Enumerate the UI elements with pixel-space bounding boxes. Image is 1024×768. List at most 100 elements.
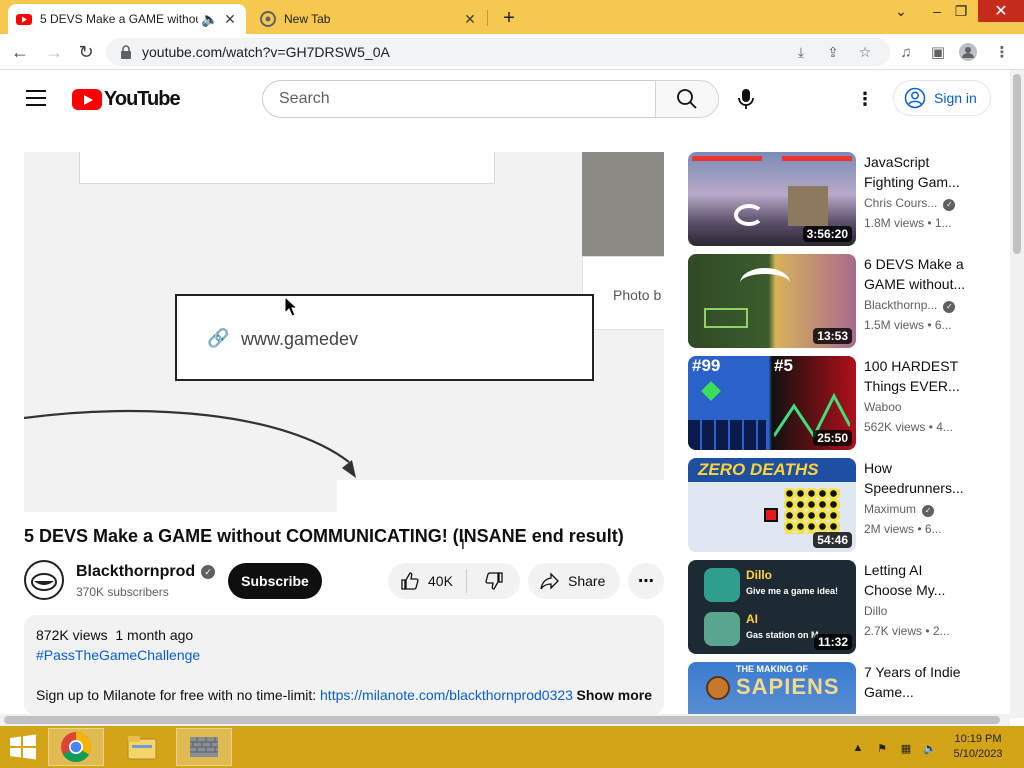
address-bar[interactable]: youtube.com/watch?v=GH7DRSW5_0A ⤓ ⇪ ☆	[106, 38, 890, 66]
channel-avatar[interactable]	[24, 560, 64, 600]
reload-icon[interactable]: ↻	[74, 40, 98, 64]
search-input[interactable]: Search	[262, 80, 656, 118]
windows-start-icon[interactable]	[6, 734, 40, 760]
close-tab-icon[interactable]: ✕	[462, 11, 478, 27]
video-title[interactable]: How Speedrunners...	[864, 458, 972, 498]
channel-name[interactable]: Blackthornprod ✓	[76, 563, 216, 581]
video-channel: Chris Cours... ✓	[864, 196, 956, 211]
more-actions-button[interactable]: ⋯	[628, 563, 664, 599]
side-panel-icon[interactable]: ▣	[928, 42, 948, 62]
windows-taskbar: ▲ ⚑ ▦ 🔈 10:19 PM 5/10/2023	[0, 726, 1024, 768]
clock-date: 5/10/2023	[953, 748, 1003, 760]
video-channel: Maximum ✓	[864, 502, 935, 517]
bookmark-star-icon[interactable]: ☆	[856, 43, 874, 61]
video-title: 5 DEVS Make a GAME without COMMUNICATING…	[24, 526, 624, 546]
share-page-icon[interactable]: ⇪	[824, 43, 842, 61]
tab-new-tab[interactable]: New Tab ✕	[252, 4, 486, 34]
youtube-logo[interactable]: YouTube	[72, 88, 181, 111]
close-tab-icon[interactable]: ✕	[222, 11, 238, 27]
settings-more-icon[interactable]: ⋮	[855, 87, 875, 111]
maximize-button[interactable]: ❐	[944, 0, 978, 22]
video-meta: 2M views • 6...	[864, 522, 942, 536]
install-app-icon[interactable]: ⤓	[792, 43, 810, 61]
thumbnail-text: THE MAKING OF	[736, 664, 808, 674]
share-button[interactable]: Share	[528, 563, 620, 599]
video-title[interactable]: JavaScript Fighting Gam...	[864, 152, 972, 192]
tab-youtube[interactable]: 5 DEVS Make a GAME without COMMUNICATING…	[8, 4, 246, 34]
milanote-link[interactable]: https://milanote.com/blackthornprod0323	[320, 687, 573, 703]
hashtag-link[interactable]: #PassTheGameChallenge	[36, 647, 652, 663]
horizontal-scrollbar[interactable]	[0, 714, 1010, 726]
link-icon: 🔗	[207, 328, 230, 348]
text-cursor-icon: I	[461, 538, 465, 553]
video-title[interactable]: Letting AI Choose My...	[864, 560, 972, 600]
close-window-button[interactable]: ✕	[978, 0, 1024, 22]
search-button[interactable]	[655, 80, 719, 118]
show-hidden-icons-chevron-icon[interactable]: ▲	[850, 740, 866, 756]
network-icon[interactable]: ▦	[898, 740, 914, 756]
vertical-scrollbar[interactable]	[1010, 70, 1024, 718]
subscribe-button[interactable]: Subscribe	[228, 563, 322, 599]
video-meta: 2.7K views • 2...	[864, 624, 950, 638]
sign-in-button[interactable]: Sign in	[893, 80, 991, 116]
system-clock[interactable]: 10:19 PM 5/10/2023	[942, 732, 1014, 762]
profile-icon[interactable]	[958, 42, 978, 62]
thumbnail-text: AI	[746, 612, 758, 626]
url-text[interactable]: youtube.com/watch?v=GH7DRSW5_0A	[142, 44, 390, 60]
hamburger-menu-icon[interactable]	[26, 90, 46, 106]
video-thumbnail[interactable]: #99 #5 25:50	[688, 356, 856, 450]
audio-playing-icon[interactable]: 🔈	[201, 11, 218, 27]
volume-icon[interactable]: 🔈	[922, 740, 938, 756]
microphone-icon[interactable]	[734, 87, 758, 111]
video-title[interactable]: 7 Years of Indie Game...	[864, 662, 972, 702]
lock-icon	[121, 45, 131, 59]
dislike-button[interactable]	[468, 563, 520, 599]
mouse-pointer-icon	[284, 296, 299, 317]
video-player[interactable]: Photo b 🔗 www.gamedev	[24, 152, 664, 512]
video-thumbnail[interactable]: 3:56:20	[688, 152, 856, 246]
taskbar-chrome-button[interactable]	[48, 728, 104, 766]
tab-search-chevron-icon[interactable]: ⌄	[884, 0, 918, 22]
media-control-icon[interactable]: ♫	[896, 42, 916, 62]
video-channel: Waboo	[864, 400, 902, 414]
view-count: 872K views	[36, 627, 108, 643]
description-text: Sign up to Milanote for free with no tim…	[36, 687, 321, 703]
youtube-favicon-icon	[16, 14, 32, 25]
action-center-flag-icon[interactable]: ⚑	[874, 740, 890, 756]
show-more-button[interactable]: Show more	[572, 687, 652, 703]
video-meta: 1.8M views • 1...	[864, 216, 952, 230]
thumbs-down-icon	[485, 572, 503, 590]
channel-name-text: Maximum	[864, 502, 917, 516]
scrollbar-thumb[interactable]	[4, 716, 1000, 724]
taskbar-app-button[interactable]	[176, 728, 232, 766]
video-thumbnail[interactable]: 13:53	[688, 254, 856, 348]
recommended-video[interactable]: Dillo Give me a game idea! AI Gas statio…	[688, 560, 988, 654]
sign-in-label: Sign in	[934, 90, 977, 106]
recommended-video[interactable]: 13:53 6 DEVS Make a GAME without... Blac…	[688, 254, 988, 348]
verified-check-icon: ✓	[201, 565, 216, 579]
taskbar-file-explorer-button[interactable]	[114, 728, 170, 766]
new-tab-button[interactable]: +	[498, 7, 520, 29]
video-title[interactable]: 100 HARDEST Things EVER...	[864, 356, 972, 396]
recommended-video[interactable]: 3:56:20 JavaScript Fighting Gam... Chris…	[688, 152, 988, 246]
recommended-video[interactable]: THE MAKING OF SAPIENS 7 Years of Indie G…	[688, 662, 988, 714]
like-button[interactable]: 40K	[388, 563, 466, 599]
back-arrow-icon[interactable]: ←	[8, 40, 32, 64]
chrome-menu-icon[interactable]: ⋮	[992, 42, 1012, 62]
recommended-video[interactable]: ZERO DEATHS 54:46 How Speedrunners... Ma…	[688, 458, 988, 552]
scrollbar-thumb[interactable]	[1013, 74, 1021, 254]
recommended-video[interactable]: #99 #5 25:50 100 HARDEST Things EVER... …	[688, 356, 988, 450]
video-title[interactable]: 6 DEVS Make a GAME without...	[864, 254, 972, 294]
description-box[interactable]: 872K views 1 month ago #PassTheGameChall…	[24, 615, 664, 715]
video-thumbnail[interactable]: THE MAKING OF SAPIENS	[688, 662, 856, 714]
browser-toolbar: ← → ↻ youtube.com/watch?v=GH7DRSW5_0A ⤓ …	[0, 34, 1024, 70]
forward-arrow-icon[interactable]: →	[42, 40, 66, 64]
video-thumbnail[interactable]: Dillo Give me a game idea! AI Gas statio…	[688, 560, 856, 654]
player-photo-card: Photo b	[582, 256, 664, 330]
search-icon	[677, 89, 697, 109]
chrome-favicon-icon	[260, 11, 276, 27]
video-thumbnail[interactable]: ZERO DEATHS 54:46	[688, 458, 856, 552]
thumbs-up-icon	[401, 572, 419, 590]
share-label: Share	[568, 573, 606, 589]
description-body: Sign up to Milanote for free with no tim…	[36, 687, 652, 703]
